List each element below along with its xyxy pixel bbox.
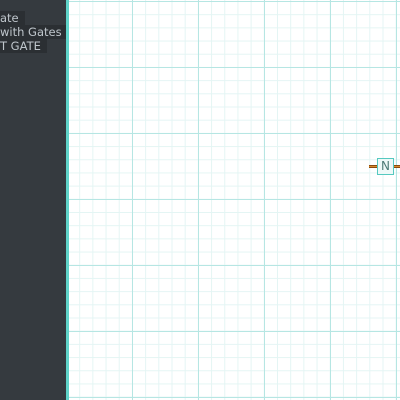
sidebar-item-label: ate xyxy=(0,11,25,25)
sidebar-item-label: T GATE xyxy=(0,39,47,53)
sidebar-item-not-gate[interactable]: T GATE xyxy=(0,39,66,53)
sidebar-list: ate with Gates T GATE xyxy=(0,11,66,53)
circuit-canvas[interactable]: N xyxy=(69,0,400,400)
not-gate-body[interactable]: N xyxy=(377,158,394,175)
app-window: ate with Gates T GATE N xyxy=(0,0,400,400)
gate-label: N xyxy=(381,159,390,173)
sidebar-item-gate[interactable]: ate xyxy=(0,11,66,25)
output-wire[interactable] xyxy=(394,165,400,168)
not-gate-component[interactable]: N xyxy=(369,158,400,175)
sidebar-item-label: with Gates xyxy=(0,25,66,39)
sidebar-item-with-gates[interactable]: with Gates xyxy=(0,25,66,39)
sidebar: ate with Gates T GATE xyxy=(0,0,66,400)
